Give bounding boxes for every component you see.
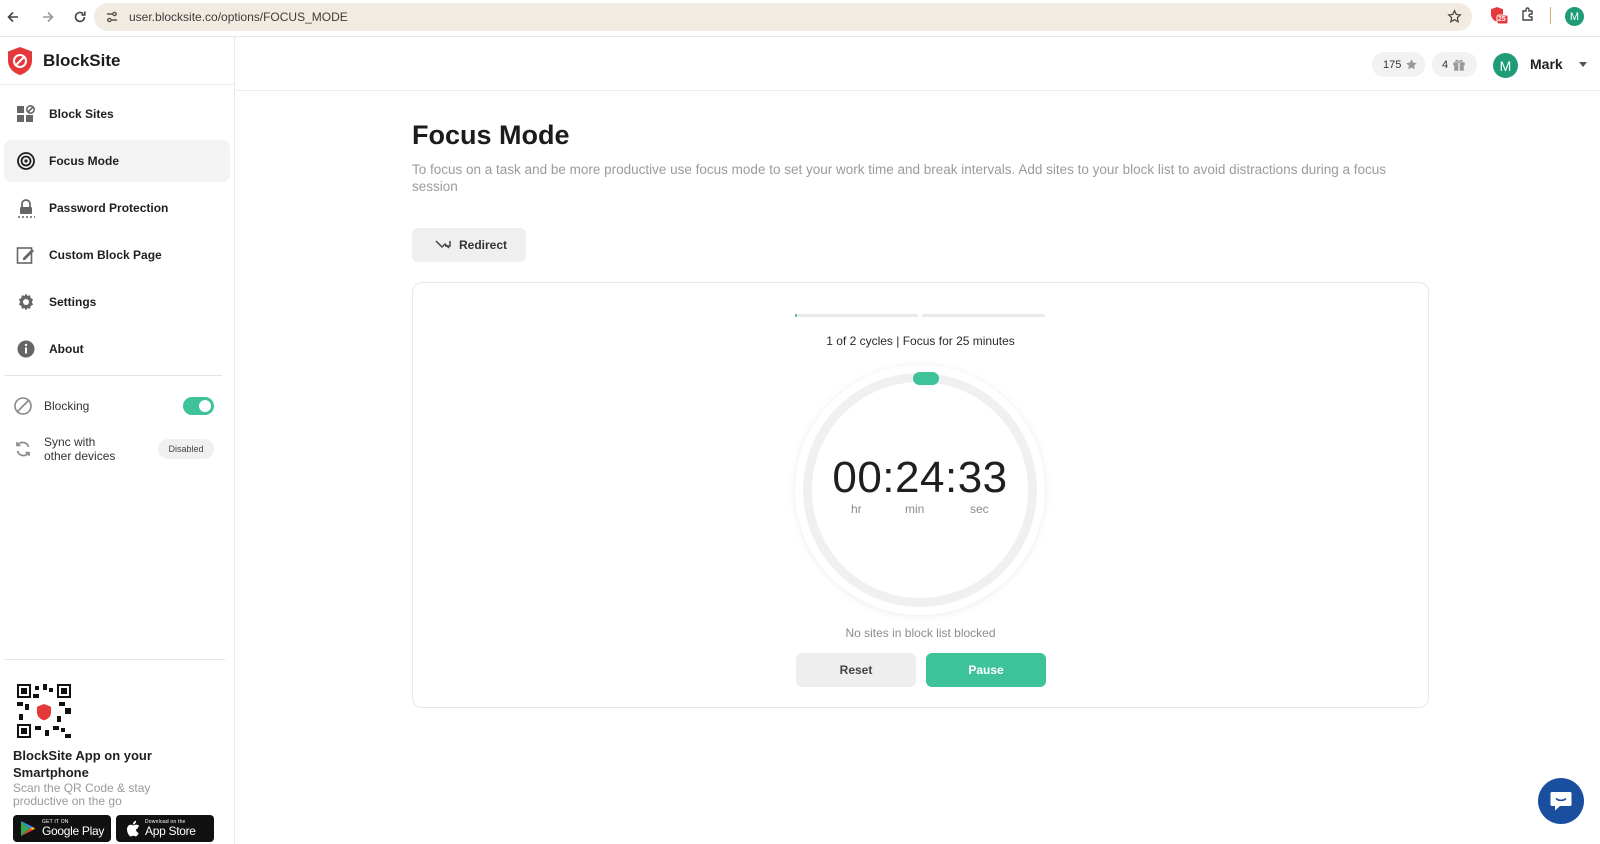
gifts-chip[interactable]: 4 [1432,52,1477,77]
url-text[interactable]: user.blocksite.co/options/FOCUS_MODE [129,10,348,24]
blocking-toggle[interactable] [183,397,214,415]
site-settings-icon[interactable] [104,9,120,25]
apple-icon [127,820,140,837]
app-card-subtitle: Scan the QR Code & stay productive on th… [13,781,151,808]
cycle-progress-fill [795,314,798,317]
sync-label-line1: Sync with [44,435,96,449]
sidebar-menu: Block Sites Focus Mode Password Protecti… [0,85,234,370]
browser-toolbar: user.blocksite.co/options/FOCUS_MODE 25 … [0,0,1600,34]
page-description: To focus on a task and be more productiv… [412,162,1386,194]
block-circle-icon [14,397,32,415]
blocksite-extension-icon[interactable]: 25 [1490,6,1509,31]
sync-status-badge[interactable]: Disabled [158,439,214,459]
redirect-button[interactable]: Redirect [412,228,526,262]
user-avatar[interactable]: M [1493,53,1518,78]
sidebar-item-label: About [49,342,84,356]
points-chip[interactable]: 175 [1372,52,1425,77]
blocksite-logo-icon [8,46,32,75]
puzzle-icon [1522,7,1533,21]
sync-label-line2: other devices [44,449,116,463]
pause-button[interactable]: Pause [926,653,1046,687]
cycle-status-text: 1 of 2 cycles | Focus for 25 minutes [826,334,1015,348]
points-count: 175 [1383,58,1402,71]
user-name[interactable]: Mark [1530,56,1563,72]
sidebar-item-label: Password Protection [49,201,169,215]
google-play-big-text: Google Play [42,824,105,838]
back-button[interactable] [0,4,26,30]
google-play-icon [21,821,35,836]
address-bar[interactable]: user.blocksite.co/options/FOCUS_MODE [94,3,1472,31]
bookmark-star-icon[interactable] [1447,9,1462,24]
sync-label: Sync with other devices [44,435,115,463]
reload-button[interactable] [67,4,93,30]
sidebar-item-block-sites[interactable]: Block Sites [4,93,230,135]
timer-ring: 00:24:33 hr min sec [795,365,1045,615]
chevron-down-icon[interactable] [1579,62,1587,67]
user-initial: M [1499,57,1512,74]
reset-button[interactable]: Reset [796,653,916,687]
arrow-right-icon [43,11,54,23]
sidebar-item-label: Custom Block Page [49,248,162,262]
profile-avatar[interactable]: M [1565,7,1584,26]
sync-icon [16,441,30,457]
sidebar-divider [4,375,222,376]
top-header: 175 4 M Mark [236,37,1600,91]
sidebar-item-label: Settings [49,295,97,309]
app-store-big-text: App Store [145,824,196,838]
info-icon [16,339,36,359]
star-icon [1406,59,1418,70]
sidebar-item-custom-block-page[interactable]: Custom Block Page [4,234,230,276]
sidebar-item-label: Block Sites [49,107,114,121]
sync-row: Sync with other devices Disabled [0,428,234,470]
cycle-progress-bar-2 [922,314,1045,317]
unit-min: min [905,502,925,516]
lock-icon [16,198,36,218]
arrow-left-icon [7,11,18,23]
timer-display: 00:24:33 [832,453,1008,502]
gifts-count: 4 [1442,58,1449,71]
target-icon [16,151,36,171]
reload-icon [74,11,86,23]
qr-code-icon [17,684,71,738]
forward-button[interactable] [35,4,61,30]
sidebar-item-password-protection[interactable]: Password Protection [4,187,230,229]
sidebar-item-label: Focus Mode [49,154,120,168]
gift-icon [1453,59,1465,71]
blocked-sites-note: No sites in block list blocked [845,626,996,640]
unit-sec: sec [970,502,989,516]
gear-icon [16,292,36,312]
grid-block-icon [16,104,36,124]
redirect-arrow-icon [435,240,451,249]
blocking-toggle-row: Blocking [0,386,234,426]
timer-progress-knob [913,372,939,385]
unit-hr: hr [851,502,862,516]
sidebar-item-focus-mode[interactable]: Focus Mode [4,140,230,182]
sidebar-item-about[interactable]: About [4,328,230,370]
sidebar: BlockSite Block Sites Focus Mode Passwor… [0,37,235,844]
brand-name: BlockSite [43,50,121,70]
google-play-button[interactable]: GET IT ON Google Play [13,815,111,842]
redirect-label: Redirect [459,238,508,252]
chat-support-button[interactable] [1538,778,1584,824]
toolbar-divider [1550,7,1551,24]
edit-page-icon [16,245,36,265]
app-store-button[interactable]: Download on the App Store [116,815,214,842]
cycle-progress-bar-1 [795,314,918,317]
sidebar-item-settings[interactable]: Settings [4,281,230,323]
chat-bubble-icon [1550,792,1572,811]
extension-badge: 25 [1498,16,1506,23]
mobile-app-card: BlockSite App on your Smartphone Scan th… [4,659,225,842]
profile-initial: M [1569,10,1580,23]
extensions-button[interactable] [1520,6,1537,28]
brand-header: BlockSite [0,37,234,85]
focus-timer-card: 1 of 2 cycles | Focus for 25 minutes 00:… [412,282,1429,708]
page-title: Focus Mode [412,120,570,150]
blocking-label: Blocking [44,399,90,413]
app-card-title: BlockSite App on your Smartphone [13,748,152,780]
